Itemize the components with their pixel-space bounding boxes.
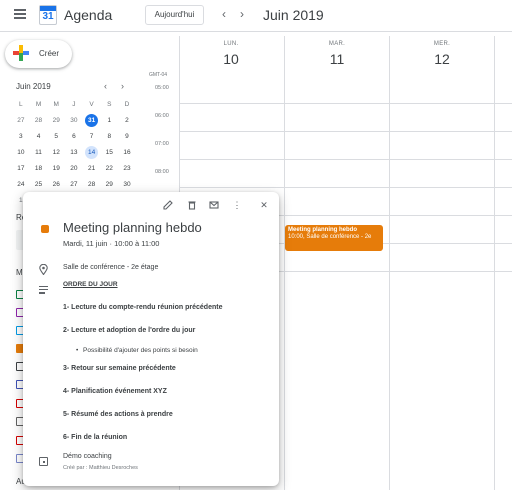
create-label: Créer bbox=[39, 49, 60, 58]
agenda-item: 6- Fin de la réunion bbox=[63, 434, 128, 441]
hour-label: 08:00 bbox=[155, 169, 169, 175]
close-icon[interactable]: ✕ bbox=[259, 200, 269, 210]
mini-prev-icon[interactable]: ‹ bbox=[104, 81, 107, 91]
popup-location: Salle de conférence - 2e étage bbox=[63, 264, 159, 271]
event-block[interactable]: Meeting planning hebdo 10:00, Salle de c… bbox=[285, 225, 383, 251]
app-title: Agenda bbox=[64, 7, 113, 23]
mini-calendar-day[interactable]: 6 bbox=[65, 130, 83, 146]
weekday-label: D bbox=[124, 101, 130, 108]
chevron-left-icon[interactable]: ‹ bbox=[218, 7, 230, 21]
day-header-wed[interactable]: MER. 12 bbox=[390, 41, 494, 67]
weekday-label: L bbox=[19, 101, 23, 108]
mini-calendar-day[interactable]: 16 bbox=[118, 146, 136, 162]
mini-calendar-day[interactable]: 18 bbox=[30, 162, 48, 178]
edit-icon[interactable] bbox=[163, 200, 173, 210]
mini-calendar-day[interactable]: 8 bbox=[100, 130, 118, 146]
today-button[interactable]: Aujourd'hui bbox=[145, 5, 204, 25]
current-range: Juin 2019 bbox=[263, 7, 324, 23]
popup-event-title: Meeting planning hebdo bbox=[63, 220, 202, 235]
description-icon bbox=[39, 286, 48, 296]
mini-calendar-day[interactable]: 3 bbox=[12, 130, 30, 146]
plus-icon bbox=[13, 45, 29, 61]
calendar-icon bbox=[39, 457, 48, 466]
mini-calendar-day[interactable]: 17 bbox=[12, 162, 30, 178]
mini-calendar-day[interactable]: 13 bbox=[65, 146, 83, 162]
mini-calendar-day[interactable]: 22 bbox=[100, 162, 118, 178]
create-button[interactable]: Créer bbox=[5, 40, 72, 68]
mini-calendar-day[interactable]: 30 bbox=[65, 114, 83, 130]
mini-calendar-day[interactable]: 11 bbox=[30, 146, 48, 162]
mini-calendar-month: Juin 2019 bbox=[16, 82, 51, 91]
mini-calendar-day[interactable]: 27 bbox=[12, 114, 30, 130]
weekday-label: J bbox=[72, 101, 76, 108]
calendar-logo-icon: 31 bbox=[39, 5, 57, 25]
event-time-location: 10:00, Salle de conférence - 2e bbox=[288, 234, 372, 240]
my-calendars-label: M bbox=[16, 268, 23, 277]
mini-calendar-day[interactable]: 31 bbox=[83, 114, 101, 130]
mini-calendar-day[interactable]: 19 bbox=[47, 162, 65, 178]
location-icon bbox=[39, 262, 48, 276]
hour-label: 07:00 bbox=[155, 141, 169, 147]
hour-line bbox=[179, 187, 512, 188]
event-title: Meeting planning hebdo bbox=[288, 227, 357, 233]
agenda-item: 5- Résumé des actions à prendre bbox=[63, 411, 173, 418]
chevron-right-icon[interactable]: › bbox=[236, 7, 248, 21]
mini-calendar-day[interactable]: 10 bbox=[12, 146, 30, 162]
mini-next-icon[interactable]: › bbox=[121, 81, 124, 91]
day-header-tue[interactable]: MAR. 11 bbox=[285, 41, 389, 67]
hour-line bbox=[179, 159, 512, 160]
hour-line bbox=[179, 131, 512, 132]
top-bar: 31 Agenda Aujourd'hui ‹ › Juin 2019 bbox=[0, 0, 512, 32]
mini-calendar-day[interactable]: 1 bbox=[100, 114, 118, 130]
popup-event-date: Mardi, 11 juin · 10:00 à 11:00 bbox=[63, 239, 160, 248]
weekday-label: M bbox=[35, 101, 42, 108]
mini-calendar-day[interactable]: 15 bbox=[100, 146, 118, 162]
popup-calendar-name: Démo coaching bbox=[63, 453, 112, 460]
weekday-label: M bbox=[53, 101, 59, 108]
hour-line bbox=[179, 103, 512, 104]
column-divider bbox=[494, 36, 495, 490]
mini-calendar-day[interactable]: 2 bbox=[118, 114, 136, 130]
column-divider bbox=[389, 36, 390, 490]
agenda-item: 1- Lecture du compte-rendu réunion précé… bbox=[63, 304, 223, 311]
weekday-label: S bbox=[107, 101, 112, 108]
email-icon[interactable] bbox=[209, 200, 219, 210]
mini-calendar-day[interactable]: 29 bbox=[47, 114, 65, 130]
mini-calendar-day[interactable]: 28 bbox=[30, 114, 48, 130]
event-details-popup: ⋮ ✕ Meeting planning hebdo Mardi, 11 jui… bbox=[23, 192, 279, 486]
agenda-sub-item: Possibilité d'ajouter des points si beso… bbox=[76, 347, 198, 354]
mini-calendar-day[interactable]: 5 bbox=[47, 130, 65, 146]
mini-calendar-day[interactable]: 12 bbox=[47, 146, 65, 162]
agenda-item: 4- Planification événement XYZ bbox=[63, 388, 167, 395]
mini-calendar-day[interactable]: 4 bbox=[30, 130, 48, 146]
mini-calendar-day[interactable]: 23 bbox=[118, 162, 136, 178]
weekday-label: V bbox=[89, 101, 94, 108]
agenda-item: 3- Retour sur semaine précédente bbox=[63, 365, 176, 372]
more-options-icon[interactable]: ⋮ bbox=[232, 200, 242, 210]
event-color-swatch bbox=[41, 225, 49, 233]
hour-label: 05:00 bbox=[155, 85, 169, 91]
column-divider bbox=[284, 36, 285, 490]
hour-label: 06:00 bbox=[155, 113, 169, 119]
menu-icon[interactable] bbox=[14, 9, 26, 19]
mini-calendar-day[interactable]: 21 bbox=[83, 162, 101, 178]
agenda-item: 2- Lecture et adoption de l'ordre du jou… bbox=[63, 327, 196, 334]
mini-calendar-day[interactable]: 9 bbox=[118, 130, 136, 146]
agenda-heading: ORDRE DU JOUR bbox=[63, 281, 118, 288]
mini-calendar-day[interactable]: 7 bbox=[83, 130, 101, 146]
mini-calendar-day[interactable]: 20 bbox=[65, 162, 83, 178]
delete-icon[interactable] bbox=[187, 200, 197, 210]
day-header-mon[interactable]: LUN. 10 bbox=[179, 41, 283, 67]
timezone-label: GMT-04 bbox=[149, 72, 168, 78]
mini-calendar-day[interactable]: 14 bbox=[83, 146, 101, 162]
popup-creator: Créé par : Matthieu Desroches bbox=[63, 465, 138, 471]
